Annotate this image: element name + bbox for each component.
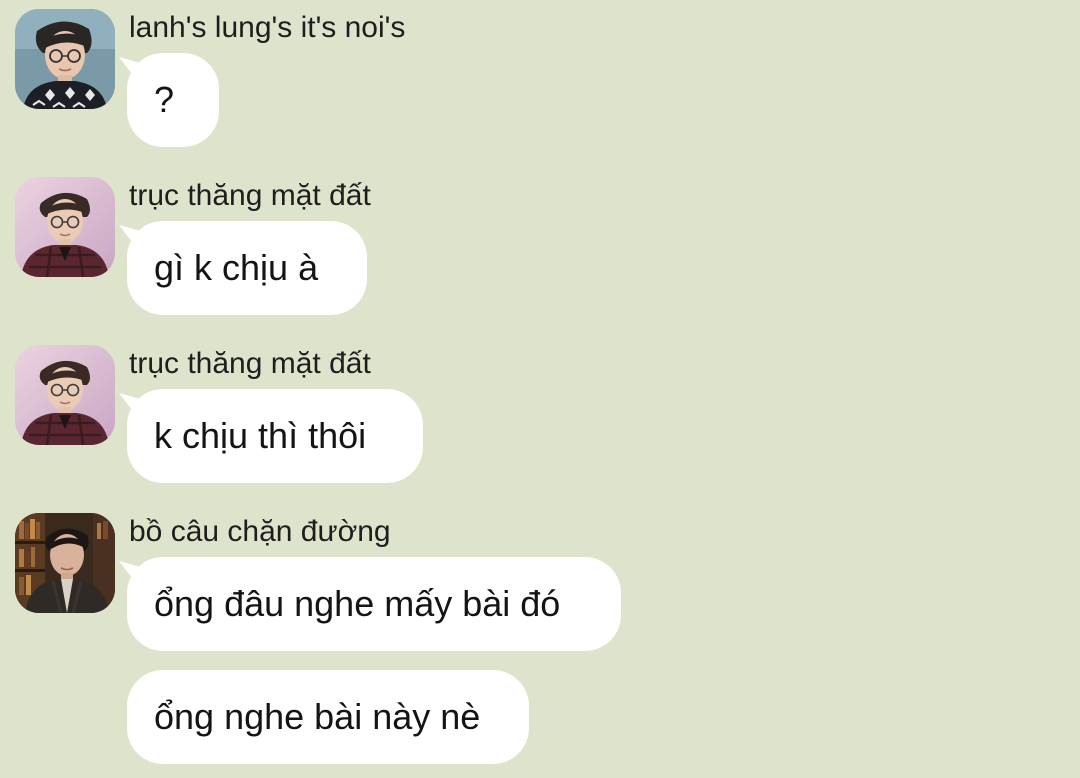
message-bubble[interactable]: ổng đâu nghe mấy bài đó (127, 557, 621, 651)
avatar[interactable] (15, 9, 115, 109)
sender-name: bồ câu chặn đường (129, 515, 391, 548)
avatar-user-glasses-pink-background-icon (15, 177, 115, 277)
message-bubble[interactable]: gì k chịu à (127, 221, 367, 315)
avatar-user-bookshelf-background-icon (15, 513, 115, 613)
message-bubble[interactable]: k chịu thì thôi (127, 389, 423, 483)
message-bubble[interactable]: ? (127, 53, 219, 147)
sender-name: trục thăng mặt đất (129, 179, 371, 212)
message-bubble[interactable]: ổng nghe bài này nè (127, 670, 529, 764)
avatar-user-glasses-patterned-sweater-icon (15, 9, 115, 109)
sender-name: lanh's lung's it's noi's (129, 11, 406, 44)
avatar[interactable] (15, 345, 115, 445)
sender-name: trục thăng mặt đất (129, 347, 371, 380)
avatar[interactable] (15, 513, 115, 613)
avatar-user-glasses-pink-background-icon (15, 345, 115, 445)
avatar[interactable] (15, 177, 115, 277)
